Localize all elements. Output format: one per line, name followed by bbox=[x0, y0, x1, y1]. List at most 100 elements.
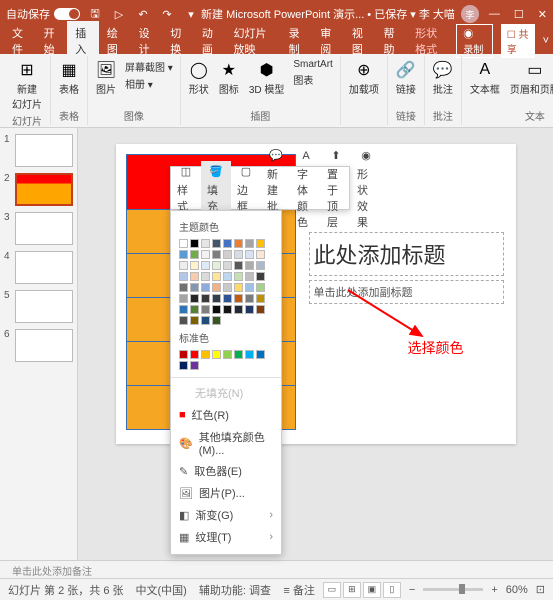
fill-menu-texture[interactable]: ▦纹理(T)› bbox=[171, 526, 281, 548]
color-swatch[interactable] bbox=[256, 305, 265, 314]
slide-thumbnail[interactable] bbox=[15, 251, 73, 284]
slide-thumbnail[interactable] bbox=[15, 212, 73, 245]
color-swatch[interactable] bbox=[201, 350, 210, 359]
color-swatch[interactable] bbox=[190, 239, 199, 248]
color-swatch[interactable] bbox=[245, 350, 254, 359]
ribbon-btn-屏幕截图 ▾[interactable]: 屏幕截图 ▾ bbox=[122, 58, 176, 75]
color-swatch[interactable] bbox=[201, 272, 210, 281]
color-swatch[interactable] bbox=[223, 272, 232, 281]
collapse-ribbon-icon[interactable]: ˅ bbox=[543, 35, 549, 47]
reading-view-icon[interactable]: ▣ bbox=[363, 582, 381, 598]
color-swatch[interactable] bbox=[223, 239, 232, 248]
tab-视图[interactable]: 视图 bbox=[344, 21, 376, 61]
slideshow-view-icon[interactable]: ▯ bbox=[383, 582, 401, 598]
color-swatch[interactable] bbox=[245, 272, 254, 281]
color-swatch[interactable] bbox=[245, 250, 254, 259]
tab-设计[interactable]: 设计 bbox=[131, 21, 163, 61]
mini-toolbar-字体颜色[interactable]: A字体颜色 bbox=[291, 145, 321, 232]
color-swatch[interactable] bbox=[256, 239, 265, 248]
ribbon-btn-形状[interactable]: ◯形状 bbox=[185, 58, 213, 98]
slide-thumbnail[interactable] bbox=[15, 173, 73, 206]
color-swatch[interactable] bbox=[201, 250, 210, 259]
sorter-view-icon[interactable]: ⊞ bbox=[343, 582, 361, 598]
color-swatch[interactable] bbox=[245, 305, 254, 314]
share-button[interactable]: ☐ 共享 bbox=[501, 24, 535, 58]
ribbon-btn-页眉和页脚[interactable]: ▭页眉和页脚 bbox=[506, 58, 553, 98]
color-swatch[interactable] bbox=[201, 294, 210, 303]
color-swatch[interactable] bbox=[201, 283, 210, 292]
color-swatch[interactable] bbox=[201, 305, 210, 314]
color-swatch[interactable] bbox=[179, 272, 188, 281]
color-swatch[interactable] bbox=[223, 305, 232, 314]
autosave-toggle[interactable]: 自动保存 bbox=[6, 6, 80, 22]
tab-绘图[interactable]: 绘图 bbox=[99, 21, 131, 61]
color-swatch[interactable] bbox=[245, 283, 254, 292]
color-swatch[interactable] bbox=[201, 261, 210, 270]
tab-幻灯片放映[interactable]: 幻灯片放映 bbox=[225, 21, 280, 61]
tab-动画[interactable]: 动画 bbox=[194, 21, 226, 61]
color-swatch[interactable] bbox=[190, 294, 199, 303]
color-swatch[interactable] bbox=[190, 283, 199, 292]
tab-录制[interactable]: 录制 bbox=[281, 21, 313, 61]
color-swatch[interactable] bbox=[201, 239, 210, 248]
ribbon-btn-新建幻灯片[interactable]: ⊞新建幻灯片 bbox=[8, 58, 46, 113]
notes-pane[interactable]: 单击此处添加备注 bbox=[0, 560, 553, 578]
tab-切换[interactable]: 切换 bbox=[162, 21, 194, 61]
color-swatch[interactable] bbox=[179, 283, 188, 292]
color-swatch[interactable] bbox=[223, 261, 232, 270]
maximize-icon[interactable]: ☐ bbox=[514, 8, 524, 21]
slide-thumbnail[interactable] bbox=[15, 134, 73, 167]
color-swatch[interactable] bbox=[245, 294, 254, 303]
color-swatch[interactable] bbox=[212, 272, 221, 281]
color-swatch[interactable] bbox=[190, 361, 199, 370]
color-swatch[interactable] bbox=[179, 350, 188, 359]
color-swatch[interactable] bbox=[234, 250, 243, 259]
color-swatch[interactable] bbox=[179, 361, 188, 370]
color-swatch[interactable] bbox=[256, 294, 265, 303]
record-button[interactable]: ◉ 录制 bbox=[456, 24, 492, 58]
fill-menu-gradient[interactable]: ◧渐变(G)› bbox=[171, 504, 281, 526]
color-swatch[interactable] bbox=[190, 316, 199, 325]
zoom-level[interactable]: 60% bbox=[506, 584, 528, 596]
tab-开始[interactable]: 开始 bbox=[36, 21, 68, 61]
ribbon-btn-图片[interactable]: 🖼图片 bbox=[92, 58, 120, 98]
ribbon-btn-3D 模型[interactable]: ⬢3D 模型 bbox=[245, 58, 289, 98]
color-swatch[interactable] bbox=[256, 350, 265, 359]
color-swatch[interactable] bbox=[256, 283, 265, 292]
color-swatch[interactable] bbox=[179, 250, 188, 259]
tab-形状格式[interactable]: 形状格式 bbox=[407, 21, 454, 61]
notes-toggle[interactable]: ≡ 备注 bbox=[283, 582, 314, 598]
ribbon-btn-SmartArt[interactable]: SmartArt bbox=[290, 58, 335, 71]
language-indicator[interactable]: 中文(中国) bbox=[136, 582, 187, 598]
redo-icon[interactable]: ↷ bbox=[160, 7, 174, 21]
subtitle-placeholder[interactable]: 单击此处添加副标题 bbox=[309, 280, 504, 304]
ribbon-btn-表格[interactable]: ▦表格 bbox=[55, 58, 83, 98]
mini-toolbar-形状效果[interactable]: ◉形状效果 bbox=[351, 145, 381, 232]
ribbon-btn-加载项[interactable]: ⊕加载项 bbox=[345, 58, 383, 98]
color-swatch[interactable] bbox=[234, 305, 243, 314]
color-swatch[interactable] bbox=[179, 305, 188, 314]
color-swatch[interactable] bbox=[245, 239, 254, 248]
color-swatch[interactable] bbox=[234, 294, 243, 303]
fit-window-icon[interactable]: ⊡ bbox=[536, 583, 545, 596]
ribbon-btn-文本框[interactable]: A文本框 bbox=[466, 58, 504, 98]
undo-icon[interactable]: ↶ bbox=[136, 7, 150, 21]
color-swatch[interactable] bbox=[179, 239, 188, 248]
accessibility-indicator[interactable]: 辅助功能: 调查 bbox=[199, 582, 271, 598]
color-swatch[interactable] bbox=[234, 350, 243, 359]
slide-thumbnail[interactable] bbox=[15, 290, 73, 323]
present-icon[interactable]: ▷ bbox=[112, 7, 126, 21]
ribbon-btn-图标[interactable]: ★图标 bbox=[215, 58, 243, 98]
color-swatch[interactable] bbox=[212, 261, 221, 270]
color-swatch[interactable] bbox=[256, 250, 265, 259]
fill-menu-more[interactable]: 🎨其他填充颜色(M)... bbox=[171, 426, 281, 460]
close-icon[interactable]: ✕ bbox=[538, 8, 547, 21]
color-swatch[interactable] bbox=[234, 261, 243, 270]
color-swatch[interactable] bbox=[179, 294, 188, 303]
color-swatch[interactable] bbox=[245, 261, 254, 270]
save-icon[interactable]: 🖫 bbox=[88, 7, 102, 21]
color-swatch[interactable] bbox=[256, 272, 265, 281]
ribbon-btn-批注[interactable]: 💬批注 bbox=[429, 58, 457, 98]
normal-view-icon[interactable]: ▭ bbox=[323, 582, 341, 598]
color-swatch[interactable] bbox=[179, 261, 188, 270]
